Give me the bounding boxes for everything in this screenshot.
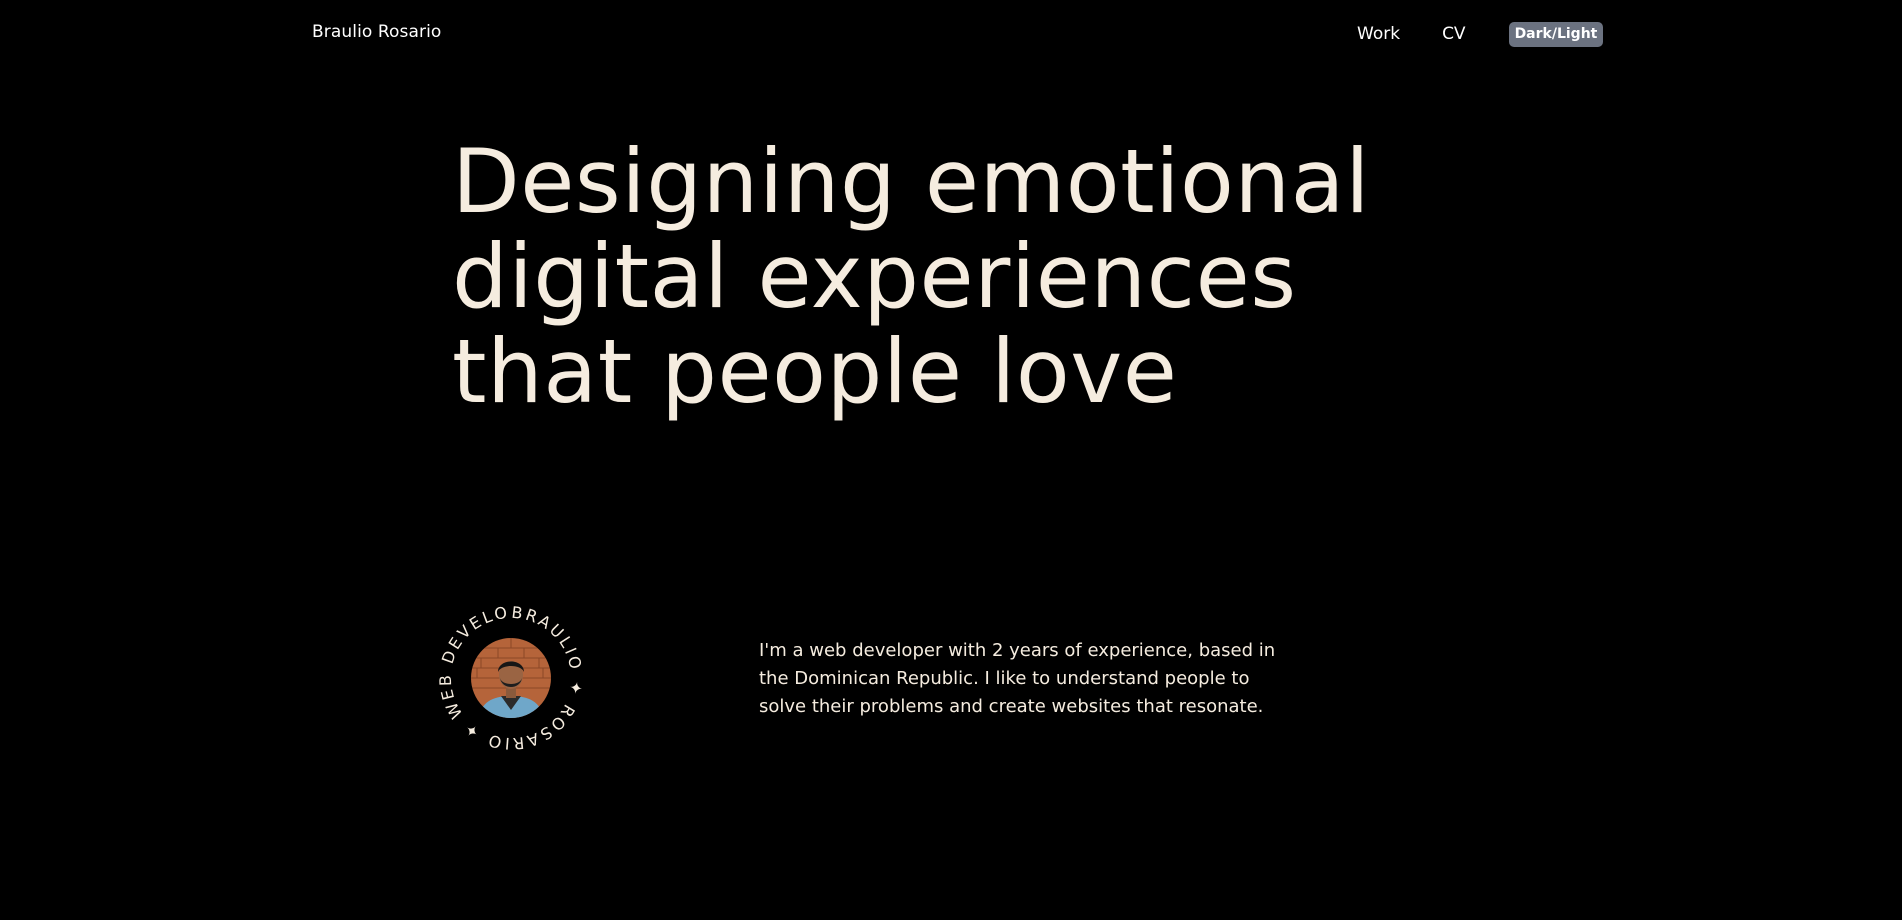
nav-link-cv[interactable]: CV — [1442, 24, 1466, 44]
brand-link[interactable]: Braulio Rosario — [312, 22, 441, 42]
hero-line: digital experiences — [452, 225, 1297, 328]
top-nav: Work CV Dark/Light — [1345, 21, 1604, 47]
hero-line: Designing emotional — [452, 130, 1371, 233]
avatar — [471, 638, 551, 718]
nav-link-work[interactable]: Work — [1357, 24, 1400, 44]
hero-heading: Designing emotional digital experiences … — [452, 134, 1552, 419]
hero-line: that people love — [452, 320, 1178, 423]
theme-toggle-button[interactable]: Dark/Light — [1508, 21, 1604, 47]
avatar-image — [471, 638, 551, 718]
intro-paragraph: I'm a web developer with 2 years of expe… — [759, 640, 1276, 717]
